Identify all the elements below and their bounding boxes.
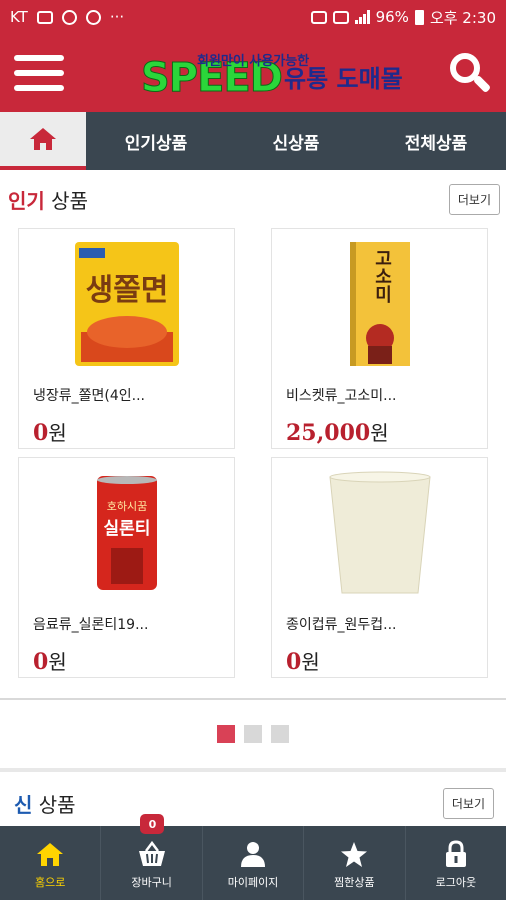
nav-label: 마이페이지 bbox=[227, 876, 279, 889]
svg-text:고소미: 고소미 bbox=[371, 249, 392, 304]
product-price: 25,000 원 bbox=[286, 420, 389, 446]
new-more-button[interactable]: 더보기 bbox=[442, 787, 494, 819]
battery-icon bbox=[414, 9, 424, 25]
blocked-icon bbox=[61, 9, 77, 25]
nav-label: 찜한상품 bbox=[334, 876, 375, 889]
message-icon bbox=[36, 10, 53, 24]
nav-home[interactable]: 홈으로 bbox=[0, 826, 100, 900]
tab-all[interactable]: 전체상품 bbox=[366, 112, 506, 170]
battery-label: 96% bbox=[375, 8, 409, 26]
product-price: 0원 bbox=[33, 420, 67, 446]
app-header: 회원만이 사용가능한 SPEED 유통 도매몰 bbox=[0, 34, 506, 112]
bottom-nav: 홈으로 0 장바구니 마이페이지 찜한상품 로그아웃 bbox=[0, 814, 506, 900]
person-icon bbox=[240, 840, 266, 868]
product-image: 호하시꿈 실론티 bbox=[33, 468, 220, 598]
product-card[interactable]: 호하시꿈 실론티 음료류_실론티19... 0원 bbox=[18, 457, 235, 678]
product-card[interactable]: 고소미 비스켓류_고소미... 25,000 원 bbox=[271, 228, 488, 449]
tab-new[interactable]: 신상품 bbox=[226, 112, 366, 170]
menu-button[interactable] bbox=[14, 55, 64, 91]
more-notifications-icon: ··· bbox=[109, 8, 125, 26]
nav-cart[interactable]: 0 장바구니 bbox=[100, 814, 201, 900]
menu-bar bbox=[14, 70, 64, 76]
shield-icon bbox=[85, 9, 101, 25]
product-name: 종이컵류_원두컵... bbox=[286, 617, 397, 633]
carousel-pager bbox=[0, 698, 506, 768]
product-price: 0원 bbox=[286, 649, 320, 675]
nav-logout[interactable]: 로그아웃 bbox=[404, 826, 506, 900]
tab-popular[interactable]: 인기상품 bbox=[86, 112, 226, 170]
hd-icon bbox=[332, 10, 349, 24]
home-icon bbox=[36, 840, 64, 868]
product-name: 비스켓류_고소미... bbox=[286, 388, 397, 404]
popular-section-header: 인기 상품 더보기 bbox=[0, 170, 506, 228]
nav-mypage[interactable]: 마이페이지 bbox=[201, 826, 303, 900]
product-name: 음료류_실론티19... bbox=[33, 617, 149, 633]
nav-label: 홈으로 bbox=[35, 876, 66, 889]
carrier-label: KT bbox=[10, 8, 28, 26]
search-icon-handle bbox=[472, 74, 492, 94]
pager-dot-active[interactable] bbox=[217, 725, 235, 743]
signal-icon bbox=[354, 10, 370, 24]
product-card[interactable]: 생쫄면 냉장류_쫄면(4인... 0원 bbox=[18, 228, 235, 449]
home-icon bbox=[30, 128, 56, 150]
clock: 오후 2:30 bbox=[429, 8, 496, 27]
menu-bar bbox=[14, 55, 64, 61]
popular-product-grid: 생쫄면 냉장류_쫄면(4인... 0원 고소미 비스켓류_고소미... 25,0… bbox=[0, 228, 506, 678]
new-section-title: 신 상품 bbox=[14, 792, 76, 817]
main-content: 인기 상품 더보기 생쫄면 냉장류_쫄면(4인... 0원 고소미 비스켓류_고… bbox=[0, 170, 506, 846]
popular-section-title: 인기 상품 bbox=[8, 188, 88, 213]
tab-home[interactable] bbox=[0, 112, 86, 170]
svg-text:생쫄면: 생쫄면 bbox=[85, 273, 168, 308]
brand-logo[interactable]: 회원만이 사용가능한 SPEED 유통 도매몰 bbox=[141, 48, 403, 99]
status-bar: KT ··· 96% 오후 2:30 bbox=[0, 0, 506, 34]
product-card[interactable]: 종이컵류_원두컵... 0원 bbox=[271, 457, 488, 678]
lock-icon bbox=[445, 840, 467, 868]
product-name: 냉장류_쫄면(4인... bbox=[33, 388, 145, 404]
logo-tagline: 회원만이 사용가능한 bbox=[197, 54, 310, 69]
nav-wishlist[interactable]: 찜한상품 bbox=[303, 826, 404, 900]
product-price: 0원 bbox=[33, 649, 67, 675]
pager-dot[interactable] bbox=[271, 725, 289, 743]
basket-icon bbox=[137, 840, 167, 868]
menu-bar bbox=[14, 85, 64, 91]
nav-label: 장바구니 bbox=[131, 876, 172, 889]
product-image bbox=[286, 468, 473, 598]
search-button[interactable] bbox=[448, 51, 492, 95]
svg-text:실론티: 실론티 bbox=[103, 519, 150, 539]
mute-icon bbox=[310, 10, 327, 24]
category-tabs: 인기상품 신상품 전체상품 bbox=[0, 112, 506, 170]
new-section-header: 신 상품 더보기 bbox=[0, 772, 506, 834]
popular-more-button[interactable]: 더보기 bbox=[448, 183, 500, 215]
svg-text:호하시꿈: 호하시꿈 bbox=[106, 499, 146, 513]
product-image: 고소미 bbox=[286, 239, 473, 369]
pager-dot[interactable] bbox=[244, 725, 262, 743]
nav-label: 로그아웃 bbox=[435, 876, 477, 889]
product-image: 생쫄면 bbox=[33, 239, 220, 369]
cart-count-badge: 0 bbox=[140, 814, 165, 834]
star-icon bbox=[340, 840, 368, 868]
